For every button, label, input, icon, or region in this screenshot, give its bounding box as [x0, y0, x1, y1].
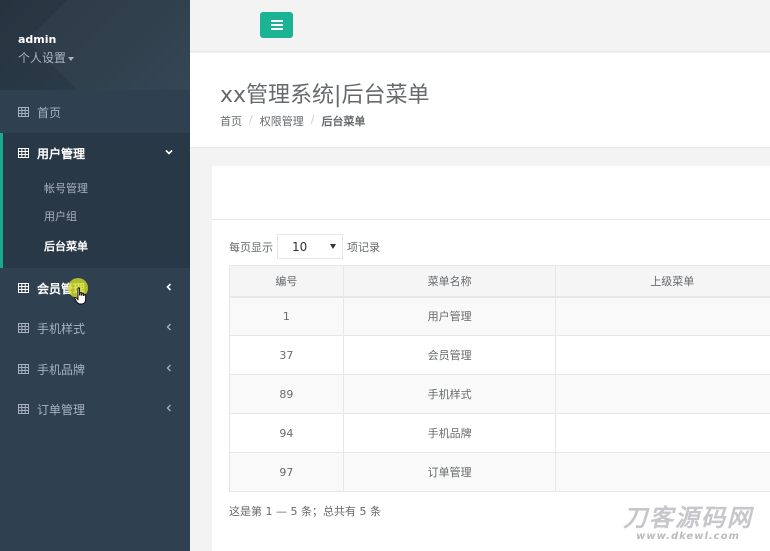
grid-icon: [18, 323, 29, 333]
panel-header: [212, 166, 770, 220]
submenu-item-accounts[interactable]: 帐号管理: [44, 180, 88, 196]
table-row[interactable]: 97 订单管理: [229, 452, 770, 492]
hand-pointer-icon: [74, 287, 87, 305]
sidebar-item-phone-styles[interactable]: 手机样式: [0, 308, 190, 348]
sidebar-item-home[interactable]: 首页: [0, 92, 190, 132]
submenu-item-backend-menu[interactable]: 后台菜单: [44, 238, 88, 254]
sidebar-item-member-management[interactable]: 会员管理: [0, 268, 190, 308]
submenu-item-user-groups[interactable]: 用户组: [44, 208, 77, 224]
cell-menu-name: 订单管理: [342, 452, 557, 492]
chevron-left-icon: [166, 323, 171, 331]
cell-id: 94: [229, 413, 344, 453]
table-row[interactable]: 1 用户管理: [229, 296, 770, 336]
cell-menu-name: 会员管理: [342, 335, 557, 375]
page-length-control: 每页显示 10 项记录: [229, 234, 380, 259]
grid-icon: [18, 107, 29, 117]
grid-icon: [18, 404, 29, 414]
username: admin: [18, 33, 57, 46]
sidebar-item-user-management[interactable]: 用户管理: [0, 133, 190, 173]
table-header-row: 编号 菜单名称 上级菜单: [229, 265, 770, 298]
cell-parent-menu: [555, 335, 770, 375]
breadcrumb-separator: /: [310, 113, 315, 126]
sidebar-item-order-management[interactable]: 订单管理: [0, 389, 190, 429]
grid-icon: [18, 364, 29, 374]
chevron-down-icon: [165, 149, 173, 155]
table-row[interactable]: 37 会员管理: [229, 335, 770, 375]
column-header-menu-name[interactable]: 菜单名称: [342, 265, 557, 298]
sidebar: admin 个人设置 首页 用户管理 帐号管理 用户组 后台菜单 会员管理 手机…: [0, 0, 190, 551]
breadcrumb-separator: /: [249, 113, 253, 126]
page-length-prefix: 每页显示: [229, 240, 273, 254]
table-info: 这是第 1 — 5 条；总共有 5 条: [229, 505, 381, 518]
table-row[interactable]: 89 手机样式: [229, 374, 770, 414]
sidebar-item-phone-brands[interactable]: 手机品牌: [0, 349, 190, 389]
watermark: 刀客源码网 www.dkewl.com: [608, 503, 768, 543]
cell-parent-menu: [555, 296, 770, 336]
user-profile: admin 个人设置: [0, 0, 190, 90]
cell-menu-name: 手机品牌: [342, 413, 557, 453]
page-title: xx管理系统|后台菜单: [220, 83, 430, 108]
page-length-suffix: 项记录: [347, 240, 380, 254]
cell-parent-menu: [555, 413, 770, 453]
top-navbar: [190, 0, 770, 52]
sidebar-item-label: 订单管理: [37, 402, 86, 417]
caret-down-icon: [68, 56, 75, 61]
grid-icon: [18, 283, 29, 293]
table-row[interactable]: 94 手机品牌: [229, 413, 770, 453]
cell-menu-name: 用户管理: [342, 296, 557, 336]
chevron-left-icon: [166, 364, 171, 372]
column-header-id[interactable]: 编号: [229, 265, 344, 298]
sidebar-item-label: 手机样式: [37, 321, 86, 336]
cell-id: 89: [229, 374, 344, 414]
column-header-parent-menu[interactable]: 上级菜单: [555, 265, 770, 298]
dropdown-arrow-icon: [330, 244, 336, 249]
watermark-name: 刀客源码网: [623, 503, 753, 532]
sidebar-item-label: 首页: [37, 105, 62, 120]
profile-settings-label: 个人设置: [18, 51, 67, 65]
breadcrumb-home[interactable]: 首页: [220, 113, 242, 129]
cell-parent-menu: [555, 452, 770, 492]
cell-id: 1: [229, 296, 344, 336]
cell-id: 97: [229, 452, 344, 492]
cell-parent-menu: [555, 374, 770, 414]
user-management-submenu: 帐号管理 用户组 后台菜单: [0, 172, 190, 268]
watermark-url: www.dkewl.com: [636, 531, 740, 542]
grid-icon: [18, 148, 29, 158]
page-size-select[interactable]: 10: [277, 234, 343, 259]
breadcrumb: 首页 / 权限管理 / 后台菜单: [220, 113, 365, 129]
breadcrumb-permissions[interactable]: 权限管理: [260, 113, 304, 129]
cell-id: 37: [229, 335, 344, 375]
sidebar-toggle-button[interactable]: [260, 12, 293, 38]
page-header: xx管理系统|后台菜单 首页 / 权限管理 / 后台菜单: [190, 53, 770, 148]
hamburger-icon: [270, 20, 283, 30]
profile-settings-dropdown[interactable]: 个人设置: [18, 49, 75, 66]
chevron-left-icon: [166, 283, 172, 291]
breadcrumb-current: 后台菜单: [321, 115, 366, 128]
menu-table: 编号 菜单名称 上级菜单 1 用户管理 37 会员管理 89 手机样式 94 手…: [229, 265, 770, 492]
sidebar-item-label: 用户管理: [37, 146, 86, 161]
chevron-left-icon: [166, 404, 171, 412]
sidebar-item-label: 手机品牌: [37, 362, 86, 377]
cell-menu-name: 手机样式: [342, 374, 557, 414]
page-size-value: 10: [292, 239, 308, 254]
